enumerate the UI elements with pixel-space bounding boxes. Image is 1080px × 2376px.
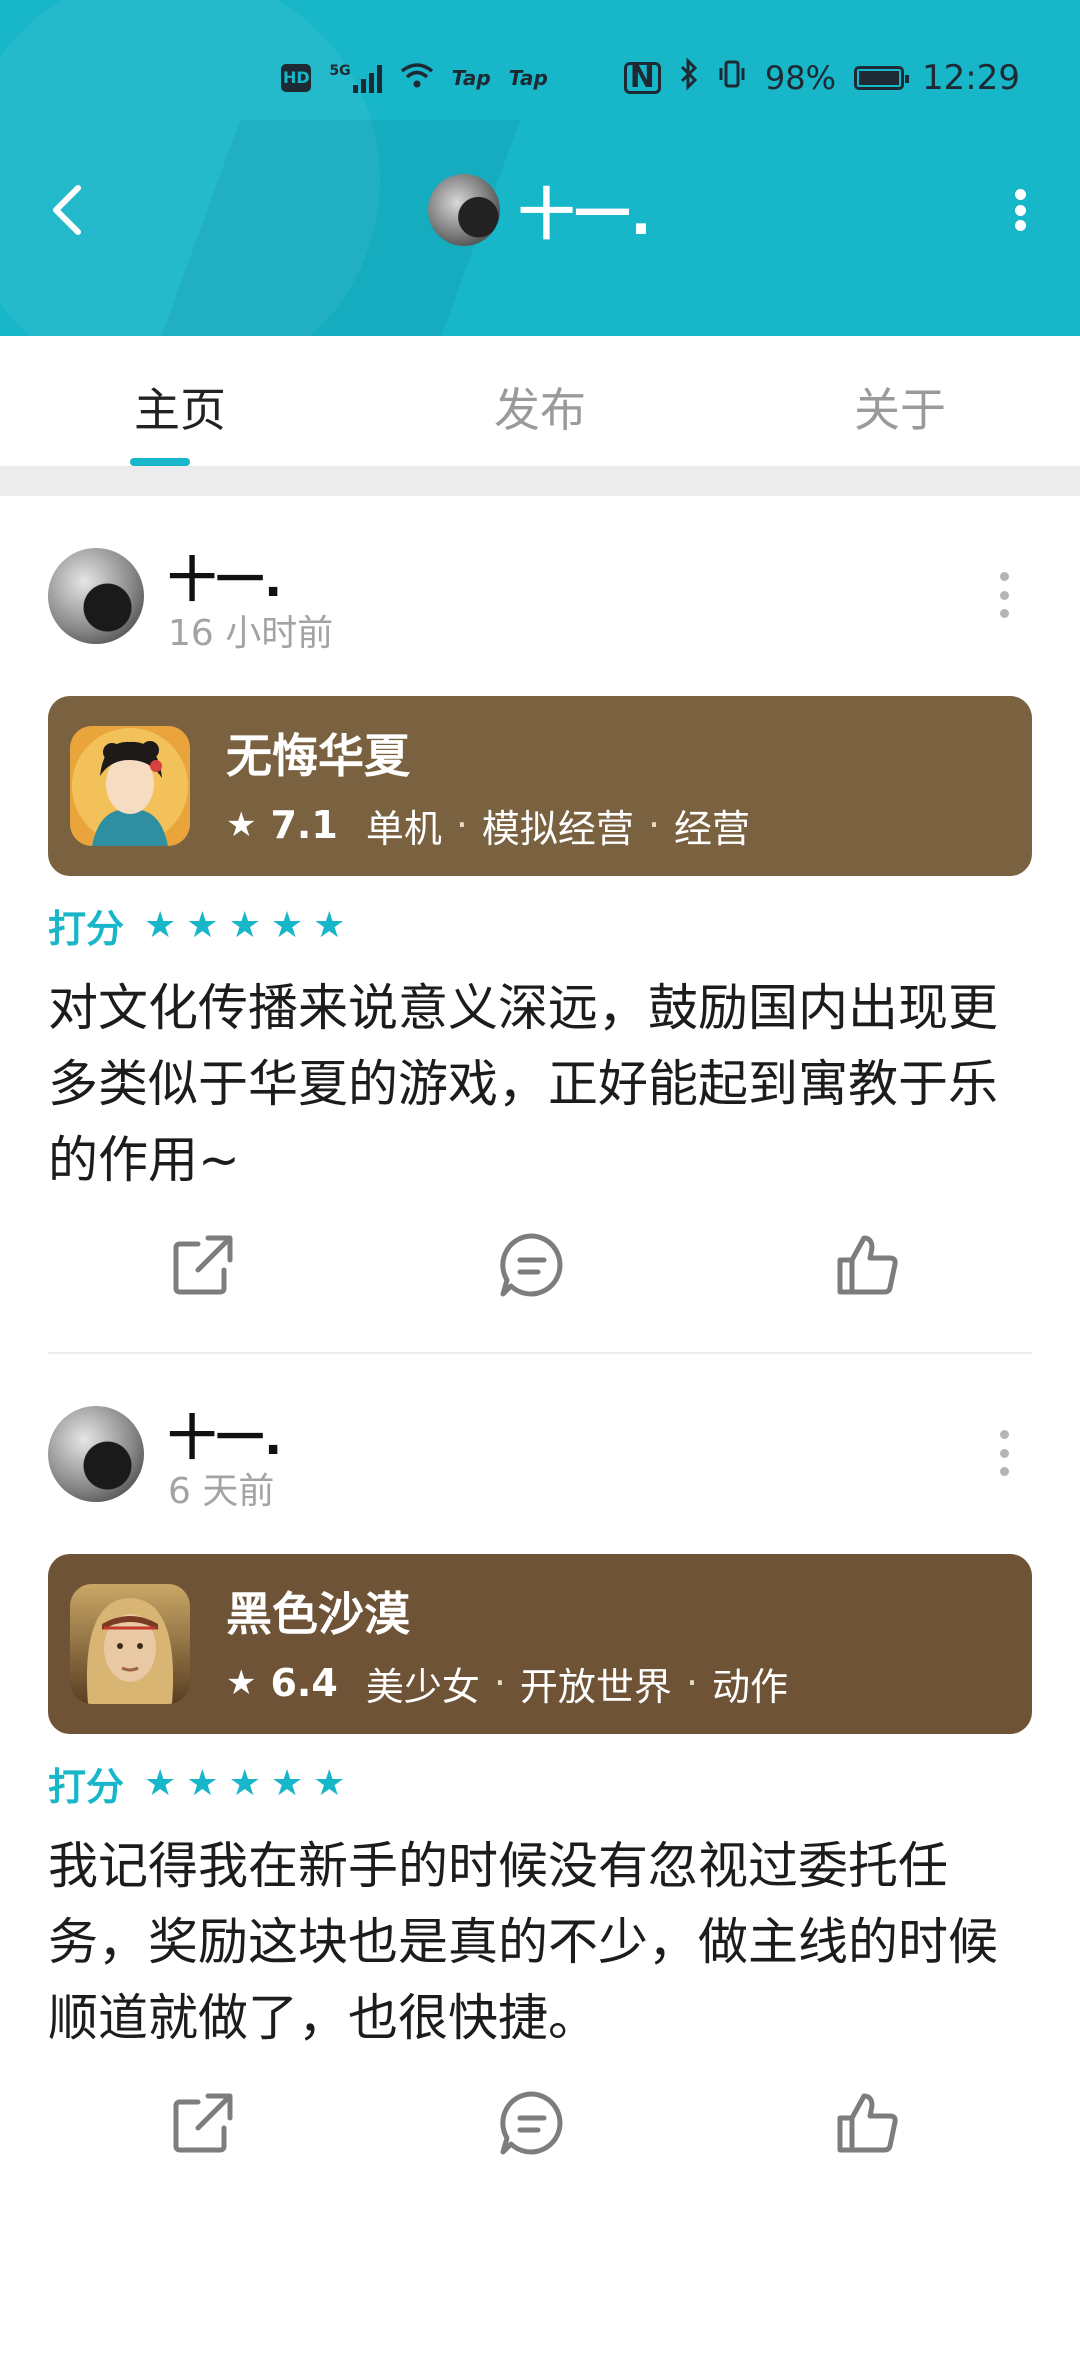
game-name: 无悔华夏 (226, 728, 410, 783)
more-vertical-icon (1000, 572, 1009, 581)
more-vertical-icon (1014, 189, 1026, 200)
star-icon: ★ (270, 1762, 304, 1804)
game-card[interactable]: 无悔华夏 ★ 7.1 单机 · 模拟经营 · 经营 (48, 696, 1032, 876)
game-score: 7.1 (270, 803, 338, 847)
post-actions (0, 1230, 1080, 1310)
star-icon: ★ (186, 1762, 219, 1804)
post-actions (0, 2088, 1080, 2168)
comment-button[interactable] (497, 2088, 567, 2158)
review-text[interactable]: 对文化传播来说意义深远，鼓励国内出现更多类似于华夏的游戏，正好能起到寓教于乐的作… (48, 970, 1008, 1198)
battery-icon (854, 66, 910, 90)
bluetooth-icon (679, 56, 699, 99)
page-title: 十一. (518, 182, 652, 248)
game-tag: 单机 (365, 806, 442, 851)
more-vertical-icon (1000, 1430, 1009, 1439)
tab-home[interactable]: 主页 (0, 336, 360, 466)
battery-percent: 98% (764, 59, 837, 97)
status-bar: HD 5G Tap Tap N 98% 12:29 (281, 56, 1020, 100)
rating: 打分 ★ ★ ★ ★ ★ (48, 898, 345, 953)
star-icon: ★ (144, 904, 177, 946)
tab-posts[interactable]: 发布 (360, 336, 720, 466)
comment-button[interactable] (497, 1230, 567, 1300)
game-tag: 经营 (674, 806, 751, 851)
game-card[interactable]: 黑色沙漠 ★ 6.4 美少女 · 开放世界 · 动作 (48, 1554, 1032, 1734)
game-icon (70, 1584, 190, 1704)
post-more-button[interactable] (1000, 572, 1010, 618)
post-author[interactable]: 十一. (168, 540, 282, 610)
profile-tabs: 主页 发布 关于 (0, 336, 1080, 466)
star-icon: ★ (144, 1762, 177, 1804)
game-score: 6.4 (270, 1661, 338, 1705)
vibrate-icon (717, 58, 747, 98)
star-icon: ★ (228, 1762, 261, 1804)
game-meta: ★ 6.4 美少女 · 开放世界 · 动作 (226, 1656, 788, 1711)
game-tag: 美少女 (365, 1664, 480, 1709)
review-text[interactable]: 我记得我在新手的时候没有忽视过委托任务，奖励这块也是真的不少，做主线的时候顺道就… (48, 1828, 1008, 2056)
tab-about[interactable]: 关于 (720, 336, 1080, 466)
rating-label: 打分 (48, 1765, 125, 1809)
game-info: 无悔华夏 ★ 7.1 单机 · 模拟经营 · 经营 (226, 720, 750, 853)
thumbs-up-icon (837, 1235, 898, 1295)
tag-separator: · (685, 1661, 699, 1705)
more-menu-button[interactable] (1000, 185, 1040, 235)
rating: 打分 ★ ★ ★ ★ ★ (48, 1756, 345, 1811)
share-icon (173, 1235, 233, 1295)
header-title-group: 十一. (0, 170, 1080, 250)
game-tag: 开放世界 (519, 1664, 672, 1709)
star-icon: ★ (313, 1762, 346, 1804)
game-tag: 动作 (712, 1664, 789, 1709)
wifi-icon (400, 58, 434, 98)
avatar[interactable] (48, 1406, 144, 1502)
game-info: 黑色沙漠 ★ 6.4 美少女 · 开放世界 · 动作 (226, 1578, 788, 1711)
review-post: 十一. 6 天前 黑色沙漠 ★ 6.4 美少女 · 开放世界 · 动作 打分 ★… (0, 1354, 1080, 2214)
star-icon: ★ (228, 904, 261, 946)
tag-separator: · (455, 803, 468, 847)
game-tag: 模拟经营 (481, 806, 634, 851)
taptap-notification-icon: Tap (451, 66, 491, 90)
avatar[interactable] (48, 548, 144, 644)
game-meta: ★ 7.1 单机 · 模拟经营 · 经营 (226, 798, 750, 853)
rating-label: 打分 (48, 907, 125, 951)
game-icon (70, 726, 190, 846)
post-more-button[interactable] (1000, 1430, 1010, 1476)
comment-icon (500, 1233, 563, 1297)
comment-icon (500, 2091, 563, 2155)
star-icon: ★ (313, 904, 346, 946)
tag-separator: · (647, 803, 661, 847)
game-name: 黑色沙漠 (226, 1586, 410, 1641)
star-icon: ★ (226, 805, 257, 845)
clock: 12:29 (922, 58, 1020, 98)
post-time: 6 天前 (168, 1471, 275, 1512)
share-button[interactable] (168, 1230, 238, 1300)
share-button[interactable] (168, 2088, 238, 2158)
nfc-icon: N (623, 62, 661, 94)
review-post: 十一. 16 小时前 无悔华夏 ★ 7.1 单机 · 模拟经营 · 经营 打分 … (0, 496, 1080, 1356)
header-avatar[interactable] (428, 174, 501, 246)
post-author[interactable]: 十一. (168, 1398, 282, 1468)
star-icon: ★ (186, 904, 219, 946)
thumbs-up-icon (837, 2093, 898, 2153)
profile-header: HD 5G Tap Tap N 98% 12:29 十一. (0, 0, 1080, 336)
taptap-notification-icon-2: Tap (508, 66, 548, 90)
share-icon (173, 2093, 233, 2153)
star-icon: ★ (270, 904, 304, 946)
like-button[interactable] (832, 1230, 902, 1300)
post-time: 16 小时前 (168, 613, 334, 654)
section-separator (0, 466, 1080, 496)
star-icon: ★ (226, 1663, 257, 1703)
signal-icon: 5G (329, 63, 382, 93)
tag-separator: · (493, 1661, 506, 1705)
like-button[interactable] (832, 2088, 902, 2158)
hd-badge: HD (281, 64, 312, 92)
